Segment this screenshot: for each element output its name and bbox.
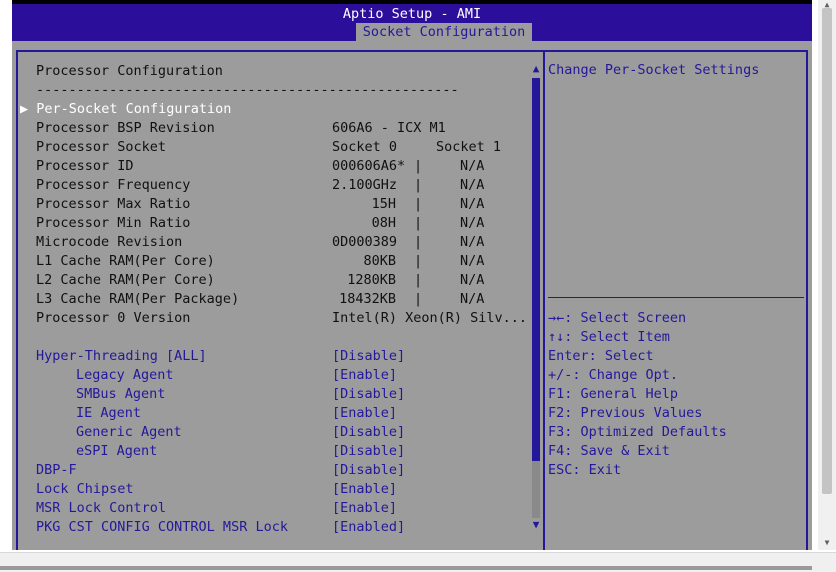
socket-1-value: N/A (460, 291, 485, 307)
socket-1-value: N/A (460, 253, 485, 269)
setting-value[interactable]: [Disable] (332, 442, 405, 461)
setting-dbp-f[interactable]: DBP-F (36, 461, 77, 480)
socket-1-value: N/A (460, 234, 485, 250)
key-hint-change-opt: +/-: Change Opt. (548, 367, 679, 383)
window-scroll-up-icon[interactable]: ▲ (818, 0, 836, 10)
setting-value[interactable]: [Disable] (332, 385, 405, 404)
help-description: Change Per-Socket Settings (548, 62, 760, 78)
key-hint-f2: F2: Previous Values (548, 405, 703, 421)
setting-msr-lock-control[interactable]: MSR Lock Control (36, 499, 166, 518)
socket-0-value: 08H (371, 215, 396, 231)
info-label: Microcode Revision (36, 234, 183, 250)
section-title: Processor Configuration (36, 63, 223, 79)
column-separator: | (414, 158, 423, 174)
socket-1-header: Socket 1 (436, 139, 502, 155)
column-separator: | (414, 196, 423, 212)
column-separator: | (414, 272, 423, 288)
info-label: L1 Cache RAM(Per Core) (36, 253, 215, 269)
tab-socket-configuration[interactable]: Socket Configuration (356, 23, 532, 41)
scroll-down-arrow-icon[interactable]: ▼ (530, 518, 542, 532)
setting-value[interactable]: [Enable] (332, 480, 397, 499)
key-hint-f4: F4: Save & Exit (548, 443, 670, 459)
key-hint-f3: F3: Optimized Defaults (548, 424, 727, 440)
socket-0-value: 1280KB (347, 272, 396, 288)
socket-0-value: 15H (371, 196, 396, 212)
column-separator: | (414, 291, 423, 307)
setting-legacy-agent[interactable]: Legacy Agent (76, 366, 174, 385)
socket-0-header: Socket 0 (332, 139, 398, 155)
info-label: Processor ID (36, 158, 134, 174)
setting-smbus-agent[interactable]: SMBus Agent (76, 385, 165, 404)
socket-0-value: 0D000389 (332, 234, 398, 250)
scroll-up-arrow-icon[interactable]: ▲ (530, 62, 542, 76)
socket-0-value: 2.100GHz (332, 177, 398, 193)
setting-value[interactable]: [Enable] (332, 499, 397, 518)
submenu-per-socket[interactable]: ▶ Per-Socket Configuration (20, 100, 231, 119)
info-label: Processor Min Ratio (36, 215, 191, 231)
header-top-border (12, 0, 812, 4)
setting-value[interactable]: [Disable] (332, 461, 405, 480)
setting-pkg-cst-lock[interactable]: PKG CST CONFIG CONTROL MSR Lock (36, 518, 288, 537)
info-label: L3 Cache RAM(Per Package) (36, 291, 240, 307)
setting-value[interactable]: [Enable] (332, 366, 397, 385)
window-scroll-down-icon[interactable]: ▼ (818, 538, 836, 548)
socket-0-value: 000606A6* (332, 158, 406, 174)
info-value: 606A6 - ICX M1 (332, 120, 446, 136)
socket-0-value: 80KB (363, 253, 396, 269)
socket-1-value: N/A (460, 272, 485, 288)
setting-value[interactable]: [Enable] (332, 404, 397, 423)
info-label: Processor BSP Revision (36, 120, 215, 136)
setting-value[interactable]: [Disable] (332, 347, 405, 366)
scroll-thumb[interactable] (532, 78, 540, 461)
socket-1-value: N/A (460, 158, 485, 174)
key-hint-enter: Enter: Select (548, 348, 654, 364)
setting-value[interactable]: [Enabled] (332, 518, 405, 537)
socket-1-value: N/A (460, 177, 485, 193)
help-divider (548, 297, 804, 298)
window-scroll-thumb[interactable] (822, 8, 832, 494)
panel-divider (543, 50, 545, 550)
info-label: Processor Frequency (36, 177, 191, 193)
triangle-right-icon: ▶ (20, 101, 37, 117)
key-hint-f1: F1: General Help (548, 386, 679, 402)
bios-setup-screen: Aptio Setup - AMI Socket Configuration P… (12, 0, 812, 550)
key-hint-select-item: ↑↓: Select Item (548, 329, 670, 345)
column-separator: | (414, 177, 423, 193)
socket-1-value: N/A (460, 215, 485, 231)
setting-hyper-threading[interactable]: Hyper-Threading [ALL] (36, 347, 207, 366)
info-label: Processor Max Ratio (36, 196, 191, 212)
info-value: Intel(R) Xeon(R) Silv... (332, 310, 528, 326)
info-label: Processor 0 Version (36, 310, 191, 326)
app-title: Aptio Setup - AMI (342, 6, 482, 22)
setting-value[interactable]: [Disable] (332, 423, 405, 442)
horizontal-scroll-thumb[interactable] (0, 566, 812, 570)
key-hint-select-screen: →←: Select Screen (548, 310, 687, 326)
info-label: L2 Cache RAM(Per Core) (36, 272, 215, 288)
setting-generic-agent[interactable]: Generic Agent (76, 423, 182, 442)
setting-espi-agent[interactable]: eSPI Agent (76, 442, 157, 461)
column-separator: | (414, 215, 423, 231)
column-separator: | (414, 253, 423, 269)
socket-0-value: 18432KB (339, 291, 396, 307)
section-rule: ----------------------------------------… (36, 82, 459, 98)
submenu-label: Per-Socket Configuration (36, 101, 232, 117)
info-label: Processor Socket (36, 139, 167, 155)
setting-lock-chipset[interactable]: Lock Chipset (36, 480, 134, 499)
setting-ie-agent[interactable]: IE Agent (76, 404, 141, 423)
socket-1-value: N/A (460, 196, 485, 212)
column-separator: | (414, 234, 423, 250)
key-hint-esc: ESC: Exit (548, 462, 622, 478)
